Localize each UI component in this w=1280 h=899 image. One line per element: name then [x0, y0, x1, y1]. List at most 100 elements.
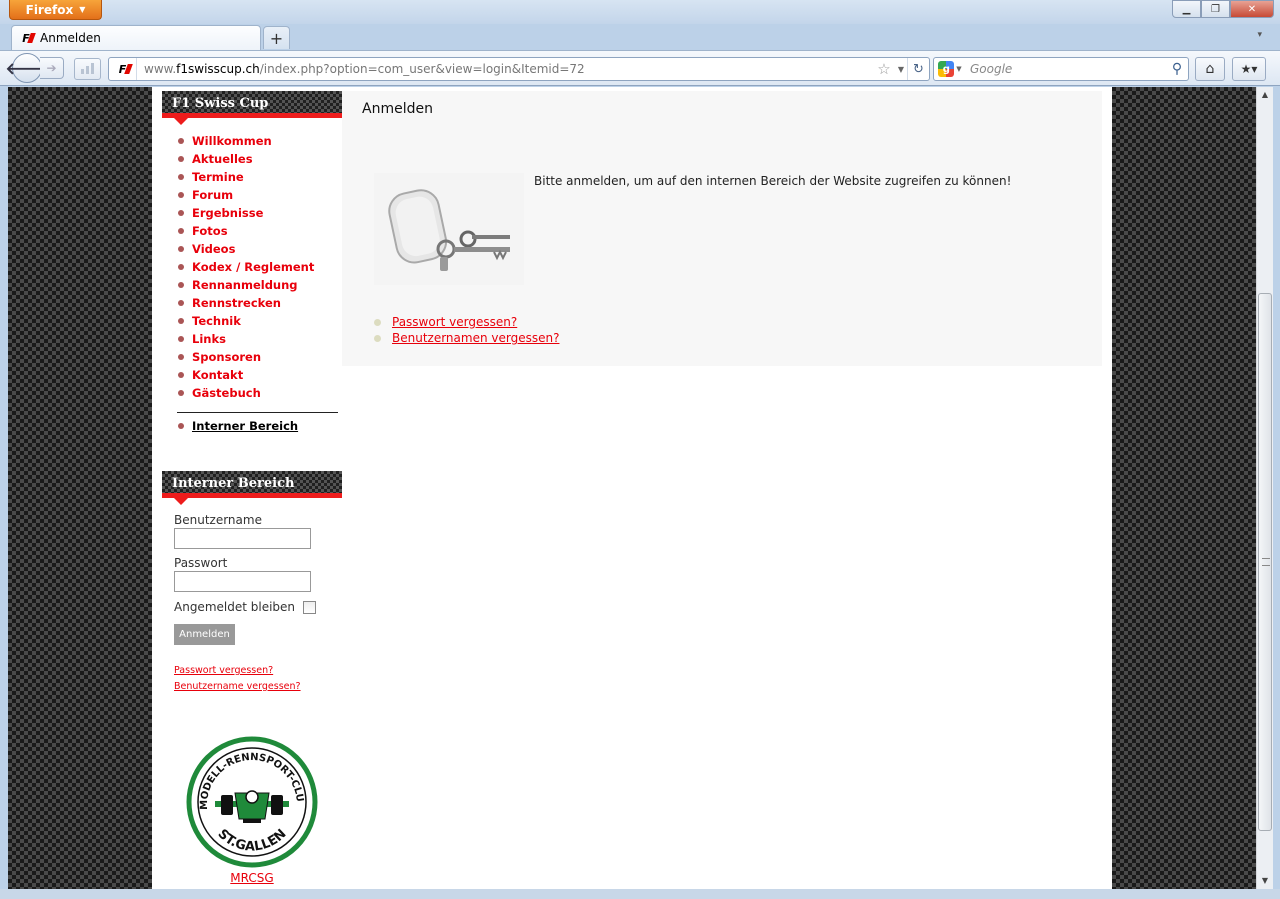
forgot-password-link[interactable]: Passwort vergessen? [174, 663, 342, 679]
chevron-down-icon: ▼ [79, 5, 86, 14]
menu-item-label[interactable]: Kodex / Reglement [192, 260, 314, 274]
menu-item-label[interactable]: Videos [192, 242, 235, 256]
minimize-button[interactable]: ▁ [1172, 0, 1201, 18]
bullet-icon [374, 318, 381, 326]
login-description: Bitte anmelden, um auf den internen Bere… [534, 174, 1012, 188]
menu-item-rennanmeldung[interactable]: Rennanmeldung [178, 276, 342, 294]
menu-item-label[interactable]: Links [192, 332, 226, 346]
bullet-icon [178, 174, 184, 180]
page-viewport: F1 Swiss Cup Willkommen Aktuelles Termin… [8, 87, 1256, 889]
remember-row: Angemeldet bleiben [174, 598, 342, 616]
menu-item-label[interactable]: Ergebnisse [192, 206, 263, 220]
keys-image [374, 173, 524, 285]
menu-item-label[interactable]: Gästebuch [192, 386, 261, 400]
remember-checkbox[interactable] [303, 600, 317, 614]
menu-item-kontakt[interactable]: Kontakt [178, 366, 342, 384]
bullet-icon [178, 372, 184, 378]
bullet-icon [178, 192, 184, 198]
reload-icon[interactable]: ↻ [907, 58, 929, 80]
menu-item-label[interactable]: Kontakt [192, 368, 243, 382]
bullet-icon [178, 282, 184, 288]
bullet-icon [178, 390, 184, 396]
remember-label: Angemeldet bleiben [174, 600, 296, 614]
menu-item-label[interactable]: Rennanmeldung [192, 278, 298, 292]
bookmarks-menu-button[interactable]: ★▾ [1232, 57, 1266, 81]
menu-item-aktuelles[interactable]: Aktuelles [178, 150, 342, 168]
back-button[interactable]: 🡐 [6, 53, 48, 83]
menu-item-ergebnisse[interactable]: Ergebnisse [178, 204, 342, 222]
f1-favicon-icon: F [115, 62, 131, 76]
home-button[interactable]: ⌂ [1195, 57, 1225, 81]
menu-item-kodex[interactable]: Kodex / Reglement [178, 258, 342, 276]
forgot-username-link-main[interactable]: Benutzernamen vergessen? [392, 331, 559, 345]
tab-list-chevron-icon[interactable]: ▾ [1257, 30, 1262, 40]
menu-item-termine[interactable]: Termine [178, 168, 342, 186]
list-item: Benutzernamen vergessen? [374, 330, 559, 346]
menu-item-sponsoren[interactable]: Sponsoren [178, 348, 342, 366]
new-tab-button[interactable]: + [263, 26, 290, 49]
menu-item-forum[interactable]: Forum [178, 186, 342, 204]
bullet-icon [178, 336, 184, 342]
site-identity-button[interactable]: F [109, 58, 137, 80]
arrow-right-icon: ➔ [46, 61, 57, 75]
menu-item-label[interactable]: Sponsoren [192, 350, 261, 364]
bullet-icon [178, 300, 184, 306]
stats-button[interactable] [74, 58, 101, 80]
search-bar[interactable]: g ▼ Google ⚲ [933, 57, 1189, 81]
search-engine-selector[interactable]: g ▼ [934, 58, 966, 80]
menu-item-label[interactable]: Termine [192, 170, 244, 184]
maximize-button[interactable]: ❐ [1201, 0, 1230, 18]
firefox-menu-button[interactable]: Firefox ▼ [9, 0, 102, 20]
url-text[interactable]: www.f1swisscup.ch/index.php?option=com_u… [137, 62, 873, 76]
menu-item-willkommen[interactable]: Willkommen [178, 132, 342, 150]
main-menu-title: F1 Swiss Cup [162, 91, 342, 125]
menu-item-label[interactable]: Aktuelles [192, 152, 253, 166]
search-input[interactable]: Google [966, 62, 1166, 76]
password-field[interactable] [174, 571, 311, 592]
login-button[interactable]: Anmelden [174, 624, 235, 645]
close-button[interactable]: ✕ [1230, 0, 1274, 18]
main-menu: Willkommen Aktuelles Termine Forum Ergeb… [162, 118, 342, 402]
menu-item-fotos[interactable]: Fotos [178, 222, 342, 240]
navigation-toolbar: 🡐 ➔ F www.f1swisscup.ch/index.php?option… [0, 50, 1280, 86]
tab-title: Anmelden [40, 31, 101, 45]
menu-item-label[interactable]: Fotos [192, 224, 228, 238]
f1-favicon-icon: F [18, 31, 34, 45]
forgot-username-link[interactable]: Benutzername vergessen? [174, 679, 342, 695]
username-label: Benutzername [174, 513, 262, 527]
bullet-icon [178, 246, 184, 252]
tab-anmelden[interactable]: F Anmelden [11, 25, 261, 50]
menu-item-videos[interactable]: Videos [178, 240, 342, 258]
menu-item-label[interactable]: Rennstrecken [192, 296, 281, 310]
menu-item-rennstrecken[interactable]: Rennstrecken [178, 294, 342, 312]
grip-icon [1262, 558, 1270, 566]
main-menu-module: F1 Swiss Cup Willkommen Aktuelles Termin… [162, 91, 342, 435]
scroll-up-icon[interactable]: ▲ [1257, 87, 1273, 103]
forgot-password-link-main[interactable]: Passwort vergessen? [392, 315, 517, 329]
home-icon: ⌂ [1205, 61, 1215, 77]
bullet-icon [178, 156, 184, 162]
menu-item-technik[interactable]: Technik [178, 312, 342, 330]
tab-bar: F Anmelden + ▾ [0, 24, 1280, 50]
menu-divider [177, 412, 338, 413]
menu-item-gaestebuch[interactable]: Gästebuch [178, 384, 342, 402]
menu-item-label[interactable]: Interner Bereich [192, 419, 298, 433]
menu-item-links[interactable]: Links [178, 330, 342, 348]
forward-button[interactable]: ➔ [40, 57, 64, 79]
search-icon[interactable]: ⚲ [1166, 61, 1188, 77]
menu-item-label[interactable]: Technik [192, 314, 241, 328]
menu-item-label[interactable]: Willkommen [192, 134, 272, 148]
menu-item-label[interactable]: Forum [192, 188, 233, 202]
bullet-icon [178, 354, 184, 360]
vertical-scrollbar[interactable]: ▲ ▼ [1256, 87, 1273, 889]
username-field[interactable] [174, 528, 311, 549]
history-dropdown-icon[interactable]: ▼ [895, 65, 907, 74]
scroll-down-icon[interactable]: ▼ [1257, 873, 1273, 889]
address-bar[interactable]: F www.f1swisscup.ch/index.php?option=com… [108, 57, 930, 81]
bullet-icon [178, 318, 184, 324]
mrcsg-link[interactable]: MRCSG [230, 871, 273, 885]
bookmark-star-icon[interactable]: ☆ [873, 60, 895, 78]
bullet-icon [178, 210, 184, 216]
scrollbar-thumb[interactable] [1258, 293, 1272, 831]
menu-item-interner-bereich[interactable]: Interner Bereich [178, 417, 342, 435]
